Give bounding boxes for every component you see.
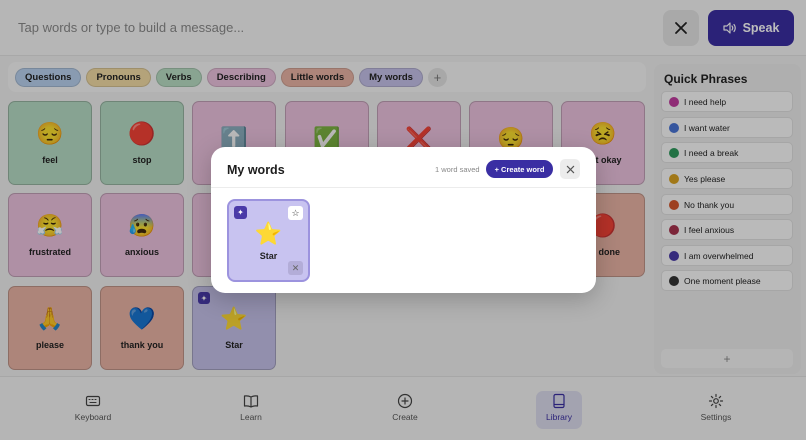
custom-word-card[interactable]: ✦ ☆ ⭐ Star ✕ [227, 199, 310, 282]
favorite-star-icon[interactable]: ☆ [288, 206, 303, 220]
dialog-divider [211, 187, 596, 188]
word-label: Star [259, 251, 278, 261]
custom-word-badge-icon: ✦ [234, 206, 247, 219]
close-dialog-button[interactable] [560, 159, 580, 179]
saved-count: 1 word saved [435, 165, 480, 174]
emoji-icon: ⭐ [254, 221, 283, 246]
dialog-title: My words [227, 163, 285, 177]
close-icon [566, 165, 574, 173]
create-word-button[interactable]: + Create word [486, 160, 553, 178]
delete-word-button[interactable]: ✕ [288, 261, 303, 275]
my-words-dialog: My words 1 word saved + Create word ✦ ☆ … [211, 147, 596, 293]
